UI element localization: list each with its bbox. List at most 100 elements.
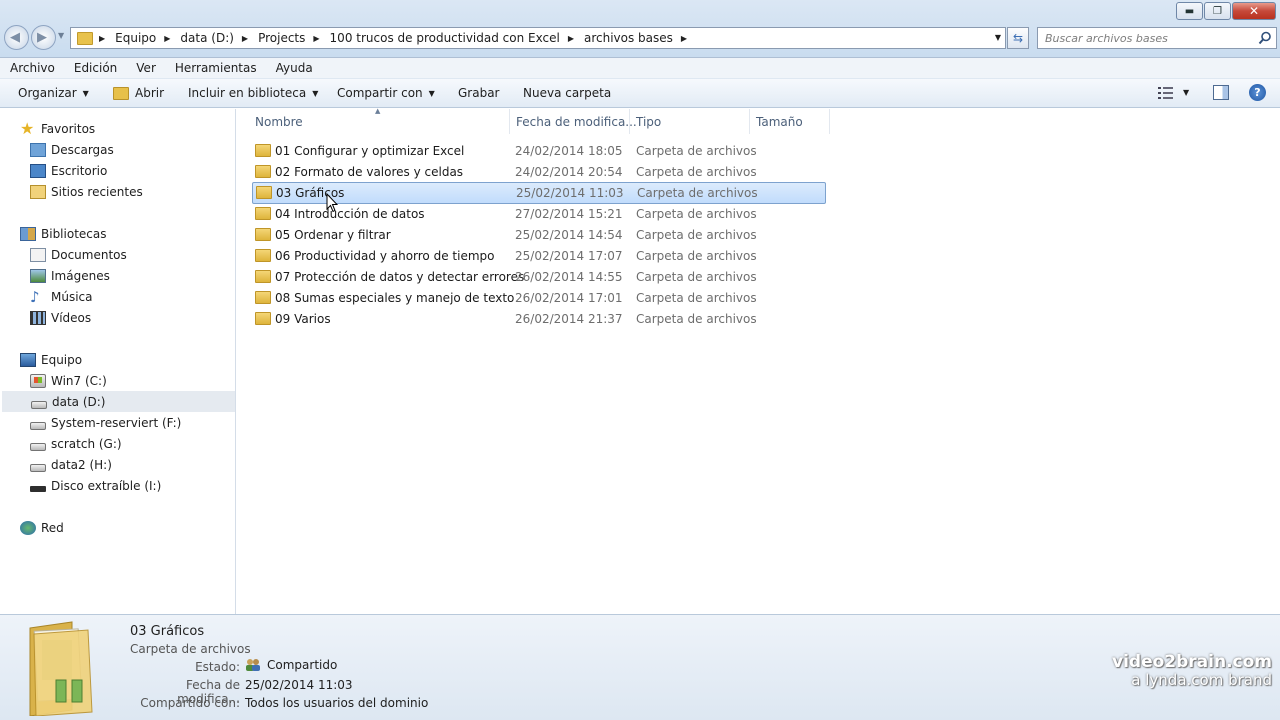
file-type: Carpeta de archivos	[636, 291, 757, 305]
burn-button[interactable]: Grabar	[458, 86, 500, 100]
forward-button[interactable]: ▶	[31, 25, 56, 50]
minimize-button[interactable]: ▬	[1176, 2, 1203, 20]
nav-drive-d[interactable]: data (D:)	[2, 391, 235, 412]
nav-music[interactable]: ♪ Música	[30, 286, 93, 307]
column-label: Fecha de modifica...	[516, 114, 637, 129]
breadcrumb-root-arrow[interactable]: ▶	[99, 34, 115, 43]
details-date-value: 25/02/2014 11:03	[245, 678, 353, 692]
details-state-text: Compartido	[267, 658, 338, 672]
search-input[interactable]	[1038, 28, 1248, 48]
nav-images[interactable]: Imágenes	[30, 265, 110, 286]
menu-ver[interactable]: Ver	[126, 61, 165, 75]
nav-drive-c[interactable]: Win7 (C:)	[30, 370, 107, 391]
menu-herramientas[interactable]: Herramientas	[165, 61, 266, 75]
close-button[interactable]: ✕	[1232, 2, 1276, 20]
images-icon	[30, 268, 46, 283]
shared-folder-icon	[29, 621, 93, 716]
preview-pane-icon[interactable]	[1213, 85, 1229, 100]
back-button[interactable]: ◀	[4, 25, 29, 50]
file-date: 25/02/2014 14:54	[515, 228, 623, 242]
breadcrumb-projects[interactable]: Projects ▶	[258, 31, 329, 45]
file-row[interactable]: 01 Configurar y optimizar Excel 24/02/20…	[252, 141, 826, 161]
nav-label: Favoritos	[41, 121, 96, 136]
breadcrumb-data-d[interactable]: data (D:) ▶	[180, 31, 258, 45]
breadcrumb-archivos-bases[interactable]: archivos bases ▶	[584, 31, 697, 45]
folder-icon	[255, 228, 271, 241]
breadcrumb-equipo[interactable]: Equipo ▶	[115, 31, 180, 45]
nav-label: Bibliotecas	[41, 226, 107, 241]
column-header-date[interactable]: Fecha de modifica...	[510, 109, 637, 134]
downloads-folder-icon	[30, 142, 46, 157]
folder-icon	[255, 165, 271, 178]
column-header-name[interactable]: ▲ Nombre	[237, 107, 510, 134]
file-type: Carpeta de archivos	[637, 186, 758, 200]
include-in-library-button[interactable]: Incluir en biblioteca ▼	[188, 86, 318, 100]
hard-drive-icon	[30, 421, 46, 430]
file-row[interactable]: 09 Varios 26/02/2014 21:37 Carpeta de ar…	[252, 309, 826, 329]
breadcrumb-excel-course[interactable]: 100 trucos de productividad con Excel ▶	[330, 31, 584, 45]
column-label: Tipo	[636, 114, 662, 129]
nav-favorites[interactable]: ★ Favoritos	[20, 118, 95, 139]
nav-recent-places[interactable]: Sitios recientes	[30, 181, 143, 202]
nav-drive-f[interactable]: System-reserviert (F:)	[30, 412, 181, 433]
column-label: Tamaño	[756, 114, 803, 129]
file-row[interactable]: 06 Productividad y ahorro de tiempo 25/0…	[252, 246, 826, 266]
nav-network[interactable]: Red	[20, 517, 64, 538]
refresh-button[interactable]: ⇆	[1007, 27, 1029, 49]
window-controls: ▬ ❐ ✕	[1175, 2, 1276, 20]
maximize-button[interactable]: ❐	[1204, 2, 1231, 20]
folder-icon	[255, 291, 271, 304]
nav-documents[interactable]: Documentos	[30, 244, 127, 265]
file-row[interactable]: 05 Ordenar y filtrar 25/02/2014 14:54 Ca…	[252, 225, 826, 245]
hard-drive-icon	[30, 463, 46, 472]
nav-downloads[interactable]: Descargas	[30, 139, 114, 160]
file-row[interactable]: 08 Sumas especiales y manejo de texto 26…	[252, 288, 826, 308]
file-date: 26/02/2014 14:55	[515, 270, 623, 284]
search-box[interactable]	[1037, 27, 1277, 49]
file-name: 07 Protección de datos y detectar errore…	[275, 270, 525, 284]
address-bar[interactable]: ▶ Equipo ▶ data (D:) ▶ Projects ▶ 100 truco…	[70, 27, 1006, 49]
windows-drive-icon	[30, 373, 46, 388]
menu-archivo[interactable]: Archivo	[0, 61, 64, 75]
folder-icon	[256, 186, 272, 199]
include-label: Incluir en biblioteca	[188, 86, 307, 100]
nav-drive-h[interactable]: data2 (H:)	[30, 454, 112, 475]
nav-drive-i[interactable]: Disco extraíble (I:)	[30, 475, 161, 496]
organize-button[interactable]: Organizar ▼	[18, 86, 89, 100]
search-icon[interactable]	[1258, 31, 1272, 45]
details-shared-value: Todos los usuarios del dominio	[245, 696, 429, 710]
nav-label: Imágenes	[51, 268, 110, 283]
nav-computer[interactable]: Equipo	[20, 349, 82, 370]
file-row[interactable]: 02 Formato de valores y celdas 24/02/201…	[252, 162, 826, 182]
chevron-down-icon: ▼	[428, 88, 435, 98]
menu-edicion[interactable]: Edición	[64, 61, 126, 75]
nav-desktop[interactable]: Escritorio	[30, 160, 107, 181]
nav-label: Win7 (C:)	[51, 373, 107, 388]
file-name: 02 Formato de valores y celdas	[275, 165, 464, 179]
file-row-selected[interactable]: 03 Gráficos 25/02/2014 11:03 Carpeta de …	[252, 182, 826, 204]
details-item-type: Carpeta de archivos	[130, 642, 251, 656]
new-folder-button[interactable]: Nueva carpeta	[523, 86, 611, 100]
file-date: 26/02/2014 21:37	[515, 312, 623, 326]
nav-label: Descargas	[51, 142, 114, 157]
view-dropdown-icon[interactable]: ▼	[1183, 88, 1189, 97]
folder-icon	[255, 249, 271, 262]
open-button[interactable]: Abrir	[113, 86, 164, 100]
recent-pages-dropdown[interactable]: ▼	[58, 31, 64, 40]
menu-ayuda[interactable]: Ayuda	[266, 61, 322, 75]
nav-label: Equipo	[41, 352, 83, 367]
nav-libraries[interactable]: Bibliotecas	[20, 223, 106, 244]
file-row[interactable]: 07 Protección de datos y detectar errore…	[252, 267, 826, 287]
details-pane: 03 Gráficos Carpeta de archivos Estado: …	[0, 614, 1280, 720]
column-header-type[interactable]: Tipo	[630, 109, 750, 134]
help-icon[interactable]: ?	[1249, 84, 1266, 101]
file-type: Carpeta de archivos	[636, 165, 757, 179]
nav-videos[interactable]: Vídeos	[30, 307, 91, 328]
share-with-button[interactable]: Compartir con ▼	[337, 86, 435, 100]
address-history-dropdown[interactable]: ▼	[995, 33, 1001, 42]
nav-drive-g[interactable]: scratch (G:)	[30, 433, 122, 454]
file-type: Carpeta de archivos	[636, 228, 757, 242]
file-row[interactable]: 04 Introducción de datos 27/02/2014 15:2…	[252, 204, 826, 224]
view-options-icon[interactable]	[1158, 86, 1174, 100]
column-header-size[interactable]: Tamaño	[750, 109, 830, 134]
